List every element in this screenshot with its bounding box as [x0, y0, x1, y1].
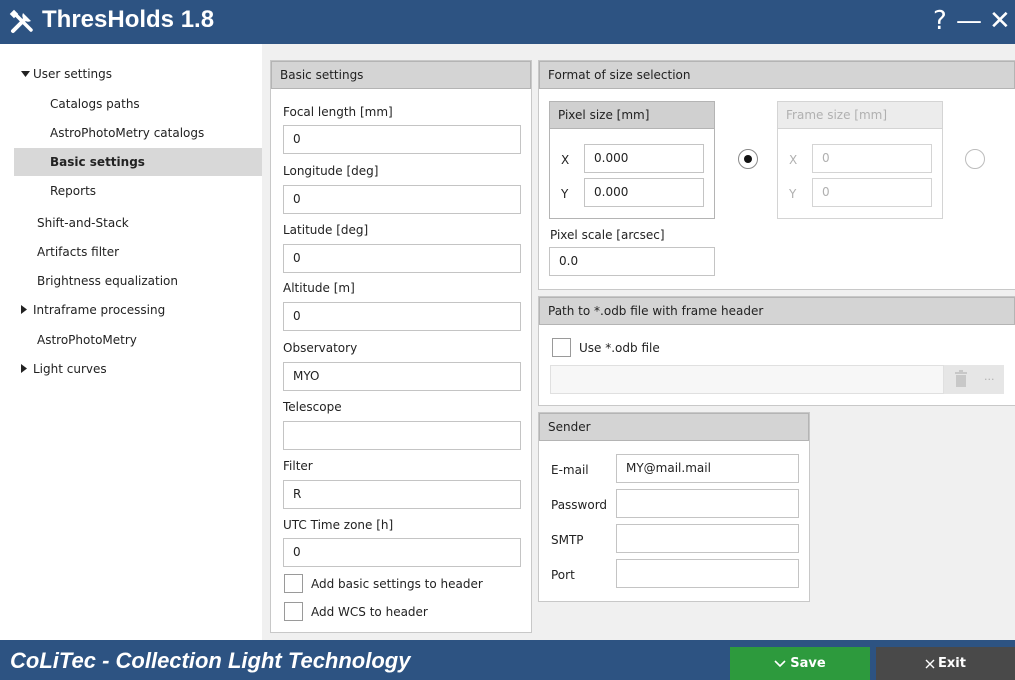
save-label: Save	[790, 656, 826, 671]
smtp-input[interactable]	[616, 524, 799, 553]
tools-icon	[9, 9, 33, 33]
sidebar-item-label: AstroPhotoMetry catalogs	[50, 126, 205, 140]
sidebar-item-label: Shift-and-Stack	[37, 216, 129, 230]
password-input[interactable]	[616, 489, 799, 518]
sidebar-item-brightness-equalization[interactable]: Brightness equalization	[0, 267, 262, 295]
odb-path-input[interactable]	[550, 365, 944, 394]
frame-size-group: Frame size [mm] X 0 Y 0	[777, 101, 943, 219]
port-label: Port	[551, 568, 575, 582]
focal-length-input[interactable]: 0	[283, 125, 521, 154]
save-button[interactable]: Save	[730, 647, 870, 680]
email-label: E-mail	[551, 463, 589, 477]
minimize-button[interactable]: —	[956, 4, 982, 38]
format-size-panel: Format of size selection Pixel size [mm]…	[538, 60, 1015, 290]
longitude-label: Longitude [deg]	[283, 164, 379, 178]
add-basic-settings-label: Add basic settings to header	[311, 577, 483, 591]
frame-y-input[interactable]: 0	[812, 178, 932, 207]
altitude-input[interactable]: 0	[283, 302, 521, 331]
title-bar: ThresHolds 1.8 ? — ✕	[0, 0, 1015, 44]
frame-x-label: X	[789, 153, 798, 167]
telescope-input[interactable]	[283, 421, 521, 450]
sidebar-item-reports[interactable]: Reports	[0, 177, 262, 205]
sender-header: Sender	[539, 413, 809, 441]
sidebar-item-astrophotometry[interactable]: AstroPhotoMetry	[0, 326, 262, 354]
chevron-down-icon	[21, 62, 33, 90]
frame-size-radio[interactable]	[965, 149, 985, 169]
observatory-input[interactable]: MYO	[283, 362, 521, 391]
format-size-header: Format of size selection	[539, 61, 1015, 89]
latitude-input[interactable]: 0	[283, 244, 521, 273]
app-title: ThresHolds 1.8	[42, 6, 215, 33]
pixel-x-label: X	[561, 153, 570, 167]
sidebar-item-artifacts-filter[interactable]: Artifacts filter	[0, 238, 262, 266]
sidebar-item-label: Catalogs paths	[50, 97, 140, 111]
sidebar-item-label: Light curves	[33, 362, 107, 376]
latitude-label: Latitude [deg]	[283, 223, 369, 237]
sidebar: User settings Catalogs paths AstroPhotoM…	[0, 44, 262, 640]
sidebar-item-light-curves[interactable]: Light curves	[0, 355, 262, 383]
odb-header: Path to *.odb file with frame header	[539, 297, 1015, 325]
sidebar-item-intraframe-processing[interactable]: Intraframe processing	[0, 296, 262, 324]
altitude-label: Altitude [m]	[283, 281, 355, 295]
sidebar-item-astrophotometry-catalogs[interactable]: AstroPhotoMetry catalogs	[0, 119, 262, 147]
browse-button[interactable]: ...	[984, 370, 995, 383]
sidebar-item-label: AstroPhotoMetry	[37, 333, 137, 347]
exit-label: Exit	[938, 656, 966, 671]
port-input[interactable]	[616, 559, 799, 588]
exit-button[interactable]: Exit	[876, 647, 1015, 680]
chevron-down-icon	[774, 659, 786, 667]
pixel-size-group: Pixel size [mm] X 0.000 Y 0.000	[549, 101, 715, 219]
close-icon	[925, 659, 935, 668]
filter-input[interactable]: R	[283, 480, 521, 509]
basic-settings-header: Basic settings	[271, 61, 531, 89]
chevron-right-icon	[21, 298, 33, 326]
pixel-scale-label: Pixel scale [arcsec]	[550, 228, 665, 242]
observatory-label: Observatory	[283, 341, 358, 355]
sender-panel: Sender E-mail MY@mail.mail Password SMTP…	[538, 412, 810, 602]
pixel-scale-input[interactable]: 0.0	[549, 247, 715, 276]
sidebar-item-label: Brightness equalization	[37, 274, 178, 288]
pixel-x-input[interactable]: 0.000	[584, 144, 704, 173]
add-basic-settings-checkbox[interactable]	[284, 574, 303, 593]
utc-timezone-label: UTC Time zone [h]	[283, 518, 394, 532]
odb-actions: ...	[944, 365, 1004, 394]
pixel-size-header: Pixel size [mm]	[549, 101, 715, 129]
sidebar-item-user-settings[interactable]: User settings	[0, 60, 262, 88]
password-label: Password	[551, 498, 608, 512]
add-wcs-checkbox[interactable]	[284, 602, 303, 621]
sidebar-item-label: User settings	[33, 67, 113, 81]
sidebar-item-label: Reports	[50, 184, 97, 198]
frame-size-header: Frame size [mm]	[777, 101, 943, 129]
frame-x-input[interactable]: 0	[812, 144, 932, 173]
smtp-label: SMTP	[551, 533, 584, 547]
sidebar-item-label: Artifacts filter	[37, 245, 120, 259]
sidebar-item-catalogs-paths[interactable]: Catalogs paths	[0, 90, 262, 118]
trash-icon[interactable]	[954, 370, 968, 388]
pixel-y-label: Y	[561, 187, 569, 201]
basic-settings-panel: Basic settings Focal length [mm] 0 Longi…	[270, 60, 532, 633]
sidebar-item-label: Basic settings	[50, 155, 145, 169]
help-button[interactable]: ?	[933, 4, 947, 38]
focal-length-label: Focal length [mm]	[283, 105, 393, 119]
use-odb-checkbox[interactable]	[552, 338, 571, 357]
add-wcs-label: Add WCS to header	[311, 605, 428, 619]
longitude-input[interactable]: 0	[283, 185, 521, 214]
use-odb-label: Use *.odb file	[579, 341, 660, 355]
sidebar-item-basic-settings[interactable]: Basic settings	[14, 148, 262, 176]
utc-timezone-input[interactable]: 0	[283, 538, 521, 567]
sidebar-item-shift-and-stack[interactable]: Shift-and-Stack	[0, 209, 262, 237]
email-input[interactable]: MY@mail.mail	[616, 454, 799, 483]
filter-label: Filter	[283, 459, 313, 473]
sidebar-item-label: Intraframe processing	[33, 303, 166, 317]
frame-y-label: Y	[789, 187, 797, 201]
chevron-right-icon	[21, 357, 33, 385]
pixel-y-input[interactable]: 0.000	[584, 178, 704, 207]
close-button[interactable]: ✕	[989, 4, 1011, 38]
telescope-label: Telescope	[283, 400, 342, 414]
footer: CoLiTec - Collection Light Technology Sa…	[0, 640, 1015, 680]
odb-panel: Path to *.odb file with frame header Use…	[538, 296, 1015, 406]
pixel-size-radio[interactable]	[738, 149, 758, 169]
brand-text: CoLiTec - Collection Light Technology	[10, 648, 411, 673]
